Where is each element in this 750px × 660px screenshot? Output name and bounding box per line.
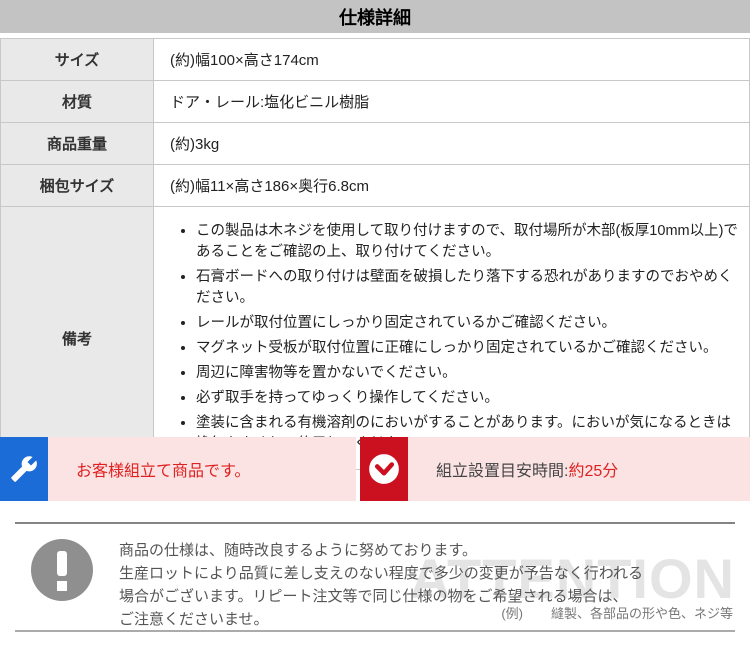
remark-item: マグネット受板が取付位置に正確にしっかり固定されているかご確認ください。 <box>196 338 739 359</box>
assembly-time-body: 組立設置目安時間:約25分 <box>408 437 618 501</box>
spec-value-size: (約)幅100×高さ174cm <box>154 39 750 81</box>
spec-label-material: 材質 <box>1 81 154 123</box>
spec-label-size: サイズ <box>1 39 154 81</box>
section-title-bar: 仕様詳細 <box>0 0 750 33</box>
table-row: サイズ (約)幅100×高さ174cm <box>1 39 750 81</box>
remarks-list: この製品は木ネジを使用して取り付けますので、取付場所が木部(板厚10mm以上)で… <box>170 221 739 455</box>
attention-line: 生産ロットにより品質に差し支えのない程度で多少の変更が予告なく行われる <box>119 562 643 585</box>
section-title: 仕様詳細 <box>339 4 411 30</box>
remark-item: 石膏ボードへの取り付けは壁面を破損したり落下する恐れがありますのでおやめください… <box>196 267 739 309</box>
spec-value-weight: (約)3kg <box>154 123 750 165</box>
table-row: 材質 ドア・レール:塩化ビニル樹脂 <box>1 81 750 123</box>
assembly-notice-body: お客様組立て商品です。 <box>48 437 250 501</box>
assembly-notice: お客様組立て商品です。 <box>0 437 356 501</box>
attention-example-text: 縫製、各部品の形や色、ネジ等 <box>551 606 733 621</box>
remark-item: レールが取付位置にしっかり固定されているかご確認ください。 <box>196 313 739 334</box>
attention-box: ATTENTION 商品の仕様は、随時改良するように努めております。 生産ロット… <box>15 522 735 632</box>
attention-line: 商品の仕様は、随時改良するように努めております。 <box>119 539 643 562</box>
assembly-time-value: 約25分 <box>568 457 618 481</box>
table-row-remarks: 備考 この製品は木ネジを使用して取り付けますので、取付場所が木部(板厚10mm以… <box>1 207 750 470</box>
spec-label-weight: 商品重量 <box>1 123 154 165</box>
notice-band: お客様組立て商品です。 組立設置目安時間:約25分 <box>0 437 750 501</box>
attention-example-label: (例) <box>501 606 523 621</box>
spec-value-material: ドア・レール:塩化ビニル樹脂 <box>154 81 750 123</box>
remark-item: 必ず取手を持ってゆっくり操作してください。 <box>196 388 739 409</box>
wrench-icon <box>0 437 48 501</box>
assembly-time-notice: 組立設置目安時間:約25分 <box>360 437 750 501</box>
spec-label-package-size: 梱包サイズ <box>1 165 154 207</box>
spec-value-remarks: この製品は木ネジを使用して取り付けますので、取付場所が木部(板厚10mm以上)で… <box>154 207 750 470</box>
clock-check-icon <box>360 437 408 501</box>
remark-item: この製品は木ネジを使用して取り付けますので、取付場所が木部(板厚10mm以上)で… <box>196 221 739 263</box>
spec-value-package-size: (約)幅11×高さ186×奥行6.8cm <box>154 165 750 207</box>
assembly-time-label: 組立設置目安時間: <box>436 457 568 481</box>
spec-label-remarks: 備考 <box>1 207 154 470</box>
table-row: 商品重量 (約)3kg <box>1 123 750 165</box>
remark-item: 周辺に障害物等を置かないでください。 <box>196 363 739 384</box>
attention-example: (例) 縫製、各部品の形や色、ネジ等 <box>501 603 733 622</box>
spec-detail-section: 仕様詳細 サイズ (約)幅100×高さ174cm 材質 ドア・レール:塩化ビニル… <box>0 0 750 660</box>
assembly-notice-text: お客様組立て商品です。 <box>76 457 250 481</box>
table-row: 梱包サイズ (約)幅11×高さ186×奥行6.8cm <box>1 165 750 207</box>
spec-table: サイズ (約)幅100×高さ174cm 材質 ドア・レール:塩化ビニル樹脂 商品… <box>0 38 750 470</box>
exclamation-icon <box>31 539 93 601</box>
